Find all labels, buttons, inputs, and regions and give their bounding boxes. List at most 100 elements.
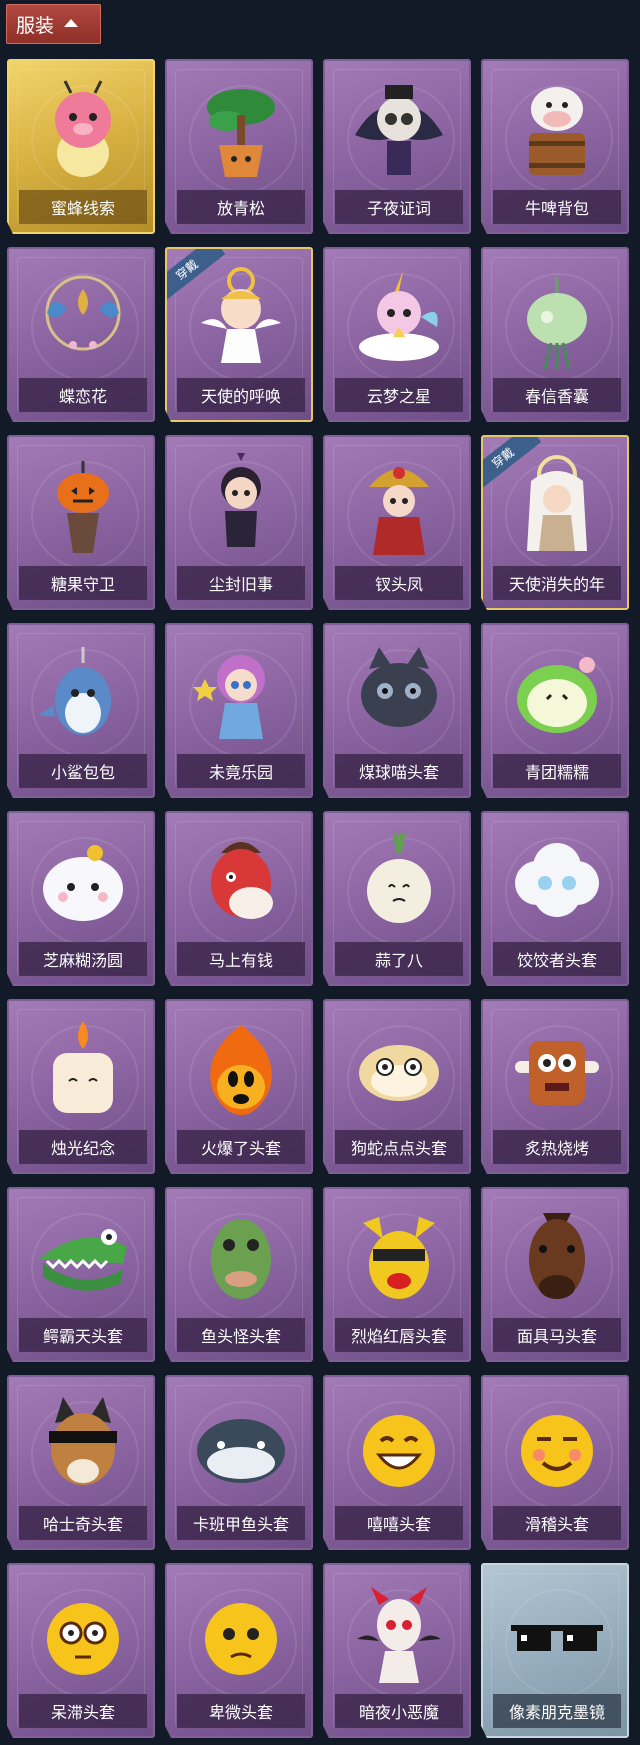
- horse-mask-icon: [529, 1213, 585, 1299]
- outfit-card[interactable]: 呆滞头套: [7, 1563, 155, 1738]
- outfit-card[interactable]: 蒜了八: [323, 811, 471, 986]
- outfit-card[interactable]: 烈焰红唇头套: [323, 1187, 471, 1362]
- outfit-card[interactable]: 卡班甲鱼头套: [165, 1375, 313, 1550]
- outfit-card[interactable]: 狗蛇点点头套: [323, 999, 471, 1174]
- outfit-name: 嘻嘻头套: [335, 1506, 463, 1540]
- sachet-icon: [527, 277, 587, 370]
- outfit-category-toggle[interactable]: 服装: [6, 4, 101, 44]
- outfit-card[interactable]: 炙热烧烤: [481, 999, 629, 1174]
- crocodile-icon: [39, 1229, 127, 1291]
- whale-head-icon: [197, 1419, 285, 1483]
- bbq-meat-icon: [515, 1041, 599, 1105]
- pine-bonsai-icon: [207, 89, 275, 177]
- bee-doll-icon: [55, 80, 111, 177]
- outfit-name: 天使的呼唤: [177, 378, 305, 412]
- pixel-sunglasses-icon: [511, 1625, 603, 1651]
- outfit-category-label: 服装: [16, 14, 55, 37]
- outfit-card[interactable]: 穿戴 天使消失的年: [481, 435, 629, 610]
- outfit-name: 火爆了头套: [177, 1130, 305, 1164]
- outfit-name: 云梦之星: [335, 378, 463, 412]
- outfit-name: 蒜了八: [335, 942, 463, 976]
- outfit-card[interactable]: 饺饺者头套: [481, 811, 629, 986]
- phoenix-crown-icon: [369, 467, 429, 555]
- boy-figure-icon: [221, 453, 261, 547]
- outfit-card[interactable]: 嘻嘻头套: [323, 1375, 471, 1550]
- angel-figure-icon: [201, 267, 281, 363]
- outfit-card[interactable]: 芝麻糊汤圆: [7, 811, 155, 986]
- outfit-name: 暗夜小恶魔: [335, 1694, 463, 1728]
- outfit-card[interactable]: 煤球喵头套: [323, 623, 471, 798]
- outfit-name: 子夜证词: [335, 190, 463, 224]
- green-dumpling-icon: [517, 657, 597, 733]
- outfit-card[interactable]: 面具马头套: [481, 1187, 629, 1362]
- outfit-card[interactable]: 马上有钱: [165, 811, 313, 986]
- outfit-name: 煤球喵头套: [335, 754, 463, 788]
- grin-emoji-icon: [363, 1415, 435, 1487]
- outfit-name: 卡班甲鱼头套: [177, 1506, 305, 1540]
- outfit-card[interactable]: 穿戴 天使的呼唤: [165, 247, 313, 422]
- outfit-card[interactable]: 暗夜小恶魔: [323, 1563, 471, 1738]
- dog-snake-icon: [359, 1045, 439, 1101]
- outfit-card[interactable]: 鳄霸天头套: [7, 1187, 155, 1362]
- garlic-icon: [367, 832, 431, 923]
- outfit-name: 芝麻糊汤圆: [19, 942, 147, 976]
- outfit-name: 牛啤背包: [493, 190, 621, 224]
- outfit-name: 小鲨包包: [19, 754, 147, 788]
- outfit-name: 蝶恋花: [19, 378, 147, 412]
- husky-icon: [49, 1397, 117, 1485]
- outfit-name: 青团糯糯: [493, 754, 621, 788]
- rice-ball-icon: [43, 845, 123, 921]
- magical-girl-icon: [193, 655, 265, 739]
- outfit-card[interactable]: 糖果守卫: [7, 435, 155, 610]
- outfit-card[interactable]: 火爆了头套: [165, 999, 313, 1174]
- outfit-name: 钗头凤: [335, 566, 463, 600]
- outfit-card[interactable]: 春信香囊: [481, 247, 629, 422]
- red-horse-icon: [211, 842, 273, 919]
- outfit-card[interactable]: 云梦之星: [323, 247, 471, 422]
- outfit-card[interactable]: 烛光纪念: [7, 999, 155, 1174]
- funny-emoji-icon: [521, 1415, 593, 1487]
- outfit-card[interactable]: 尘封旧事: [165, 435, 313, 610]
- outfit-name: 烈焰红唇头套: [335, 1318, 463, 1352]
- butterfly-ornament-icon: [45, 275, 121, 351]
- outfit-name: 蜜蜂线索: [19, 190, 147, 224]
- outfit-name: 鱼头怪头套: [177, 1318, 305, 1352]
- outfit-card[interactable]: 牛啤背包: [481, 59, 629, 234]
- outfit-name: 面具马头套: [493, 1318, 621, 1352]
- outfit-name: 饺饺者头套: [493, 942, 621, 976]
- outfit-card[interactable]: 钗头凤: [323, 435, 471, 610]
- humble-emoji-icon: [205, 1603, 277, 1675]
- outfit-card[interactable]: 哈士奇头套: [7, 1375, 155, 1550]
- outfit-name: 哈士奇头套: [19, 1506, 147, 1540]
- outfit-name: 像素朋克墨镜: [493, 1694, 621, 1728]
- outfit-name: 尘封旧事: [177, 566, 305, 600]
- outfit-card[interactable]: 小鲨包包: [7, 623, 155, 798]
- outfit-card[interactable]: 子夜证词: [323, 59, 471, 234]
- shark-bag-icon: [39, 647, 111, 735]
- outfit-card[interactable]: 未竟乐园: [165, 623, 313, 798]
- yellow-mascot-icon: [363, 1217, 435, 1299]
- fire-icon: [210, 1025, 272, 1115]
- outfit-card[interactable]: 卑微头套: [165, 1563, 313, 1738]
- outfit-name: 马上有钱: [177, 942, 305, 976]
- outfit-name: 呆滞头套: [19, 1694, 147, 1728]
- veiled-girl-icon: [527, 455, 587, 551]
- little-devil-icon: [357, 1587, 441, 1683]
- fish-head-icon: [211, 1219, 271, 1299]
- black-cat-icon: [361, 647, 437, 727]
- outfit-card[interactable]: 蝶恋花: [7, 247, 155, 422]
- outfit-card[interactable]: 像素朋克墨镜: [481, 1563, 629, 1738]
- outfit-card[interactable]: 滑稽头套: [481, 1375, 629, 1550]
- outfit-card[interactable]: 鱼头怪头套: [165, 1187, 313, 1362]
- outfit-name: 放青松: [177, 190, 305, 224]
- candle-icon: [53, 1021, 113, 1113]
- outfit-card[interactable]: 放青松: [165, 59, 313, 234]
- outfit-name: 烛光纪念: [19, 1130, 147, 1164]
- outfit-name: 春信香囊: [493, 378, 621, 412]
- outfit-card[interactable]: 青团糯糯: [481, 623, 629, 798]
- outfit-name: 炙热烧烤: [493, 1130, 621, 1164]
- dumpling-cloud-icon: [515, 843, 599, 917]
- outfit-name: 卑微头套: [177, 1694, 305, 1728]
- outfit-card[interactable]: 蜜蜂线索: [7, 59, 155, 234]
- cow-barrel-icon: [529, 87, 585, 175]
